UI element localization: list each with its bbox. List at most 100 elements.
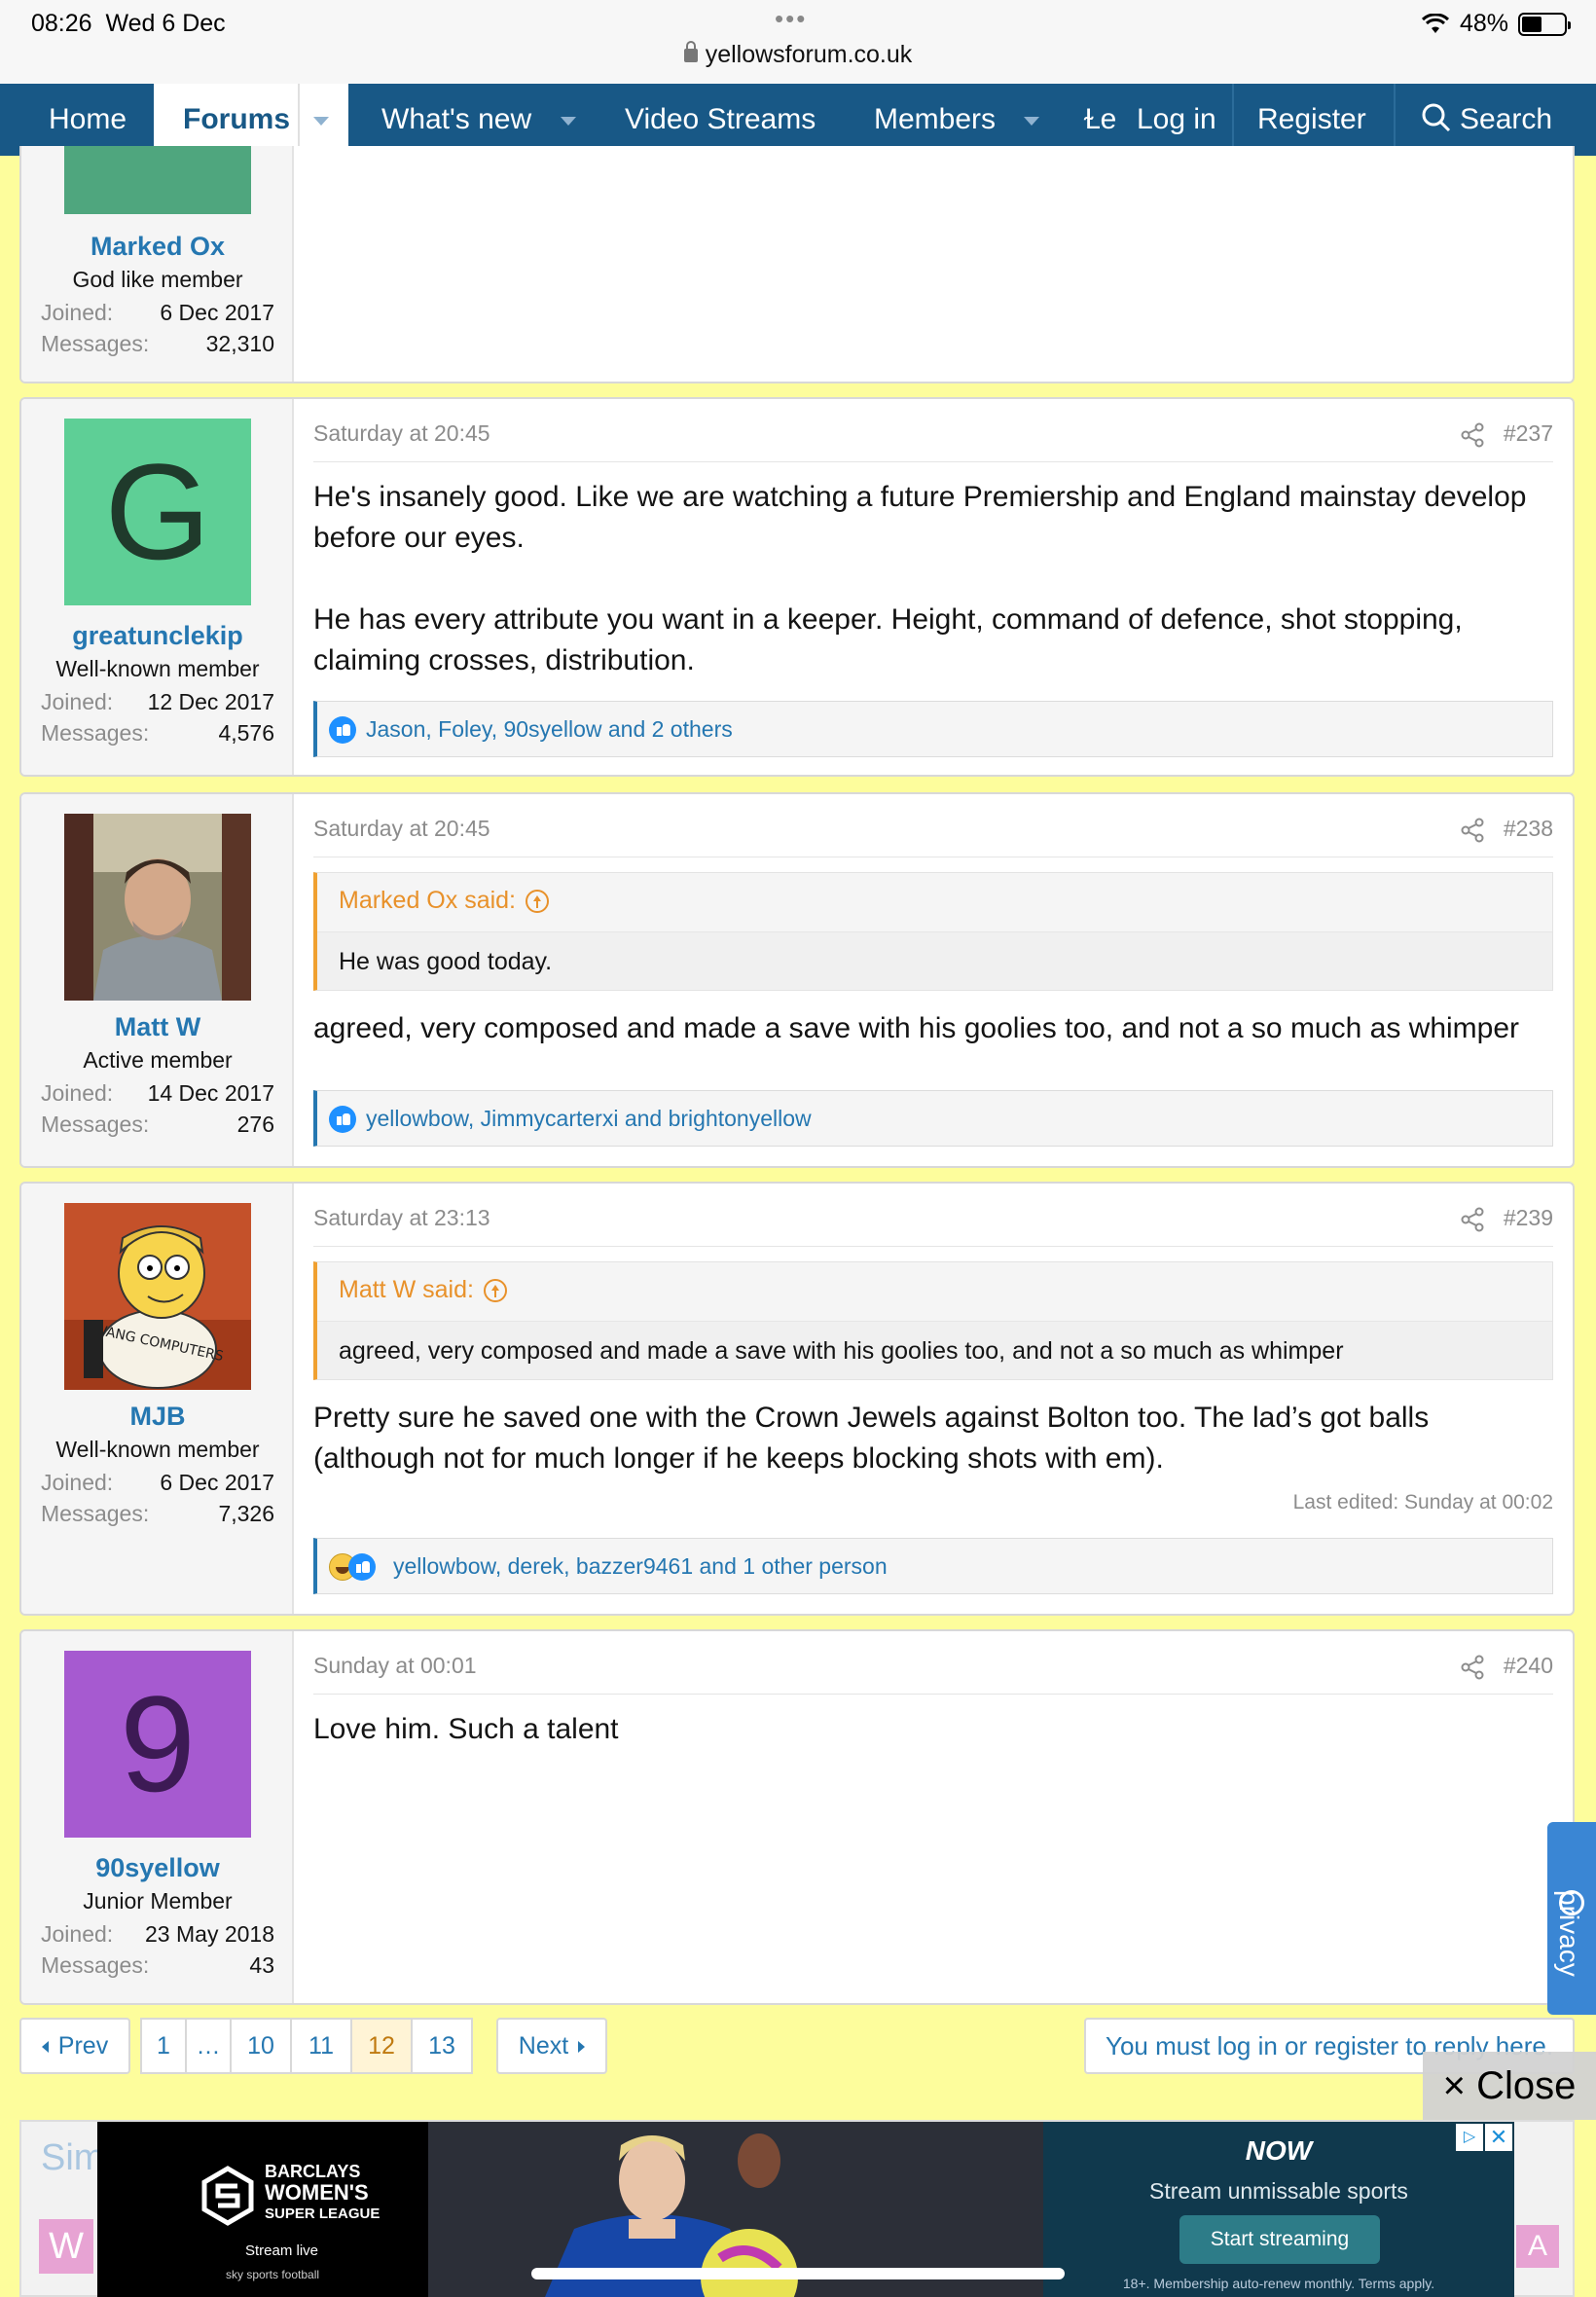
page-ellipsis[interactable]: … bbox=[185, 2018, 230, 2074]
page-link[interactable]: 1 bbox=[140, 2018, 185, 2074]
address-bar[interactable]: yellowsforum.co.uk bbox=[0, 41, 1596, 69]
post-number[interactable]: #237 bbox=[1504, 420, 1553, 447]
ad-brand-panel: BARCLAYS WOMEN'S SUPER LEAGUE Stream liv… bbox=[97, 2122, 428, 2297]
nav-overflow[interactable]: Ɫe bbox=[1084, 84, 1116, 156]
post-date[interactable]: Sunday at 00:01 bbox=[313, 1653, 477, 1678]
page-link-current[interactable]: 12 bbox=[350, 2018, 411, 2074]
post-238: Matt W Active member Joined: 14 Dec 2017 … bbox=[19, 792, 1575, 1168]
user-pane: Marked Ox God like member Joined: 6 Dec 2… bbox=[21, 146, 294, 382]
reactions-text[interactable]: yellowbow, Jimmycarterxi and brightonyel… bbox=[366, 1106, 812, 1132]
page-link[interactable]: 13 bbox=[411, 2018, 473, 2074]
post-date[interactable]: Saturday at 20:45 bbox=[313, 816, 490, 841]
nav-forums-label: Forums bbox=[183, 103, 291, 135]
avatar[interactable]: WANG COMPUTERS bbox=[64, 1203, 251, 1390]
reactions-text[interactable]: Jason, Foley, 90syellow and 2 others bbox=[366, 716, 733, 743]
ad-fineprint: 18+. Membership auto-renew monthly. Term… bbox=[1122, 2276, 1435, 2291]
close-ad-icon[interactable]: ✕ bbox=[1485, 2124, 1512, 2151]
post-number[interactable]: #239 bbox=[1504, 1205, 1553, 1231]
username[interactable]: Marked Ox bbox=[21, 232, 294, 262]
ad-stream-live: Stream live bbox=[245, 2242, 319, 2259]
ad-tagline: Stream unmissable sports bbox=[1149, 2178, 1408, 2204]
username[interactable]: MJB bbox=[21, 1402, 294, 1432]
page-link[interactable]: 10 bbox=[230, 2018, 290, 2074]
like-icon bbox=[329, 1106, 356, 1133]
avatar[interactable]: 9 bbox=[64, 1651, 251, 1838]
share-icon[interactable] bbox=[1460, 422, 1485, 448]
user-title: God like member bbox=[72, 267, 243, 292]
prev-page-button[interactable]: Prev bbox=[19, 2018, 130, 2074]
quote-header[interactable]: Marked Ox said: bbox=[339, 887, 550, 915]
nav-register[interactable]: Register bbox=[1257, 84, 1366, 156]
search-icon bbox=[1422, 103, 1451, 132]
quote-text: He was good today. bbox=[339, 948, 553, 975]
reactions-bar[interactable]: yellowbow, derek, bazzer9461 and 1 other… bbox=[313, 1538, 1553, 1594]
similar-threads-title: Sim bbox=[41, 2137, 105, 2178]
ad-brand-line: SUPER LEAGUE bbox=[265, 2206, 381, 2222]
multitask-dots[interactable]: ••• bbox=[775, 4, 807, 34]
chevron-left-icon bbox=[41, 2041, 49, 2053]
thread-avatar[interactable]: W bbox=[39, 2219, 93, 2274]
post-237: G greatunclekip Well-known member Joined… bbox=[19, 397, 1575, 777]
wsl-logo-icon bbox=[201, 2166, 254, 2226]
nav-home[interactable]: Home bbox=[49, 84, 127, 156]
home-indicator[interactable] bbox=[531, 2268, 1065, 2279]
message-body: agreed, very composed and made a save wi… bbox=[313, 1012, 1520, 1044]
user-pane: Matt W Active member Joined: 14 Dec 2017 … bbox=[21, 794, 294, 1166]
message-body: He has every attribute you want in a kee… bbox=[313, 603, 1463, 676]
post-240: 9 90syellow Junior Member Joined: 23 May … bbox=[19, 1629, 1575, 2005]
message-header: Saturday at 20:45 #238 bbox=[313, 816, 1553, 857]
battery-icon bbox=[1518, 12, 1571, 36]
share-icon[interactable] bbox=[1460, 1207, 1485, 1232]
ad-sky-sports: sky sports football bbox=[226, 2268, 320, 2281]
message-header: Sunday at 00:01 #240 bbox=[313, 1653, 1553, 1695]
username[interactable]: greatunclekip bbox=[21, 621, 294, 651]
avatar-photo bbox=[64, 814, 251, 1001]
message-body: Pretty sure he saved one with the Crown … bbox=[313, 1402, 1430, 1475]
start-streaming-button[interactable]: Start streaming bbox=[1179, 2215, 1380, 2264]
nav-video-streams[interactable]: Video Streams bbox=[625, 84, 816, 156]
nav-search[interactable]: Search bbox=[1421, 84, 1552, 156]
whats-new-dropdown-chevron-icon[interactable] bbox=[561, 84, 576, 156]
avatar[interactable] bbox=[64, 146, 251, 214]
privacy-tab[interactable]: privacy bbox=[1547, 1822, 1596, 2015]
message-header: Saturday at 23:13 #239 bbox=[313, 1205, 1553, 1247]
close-ad-button[interactable]: × Close bbox=[1423, 2052, 1596, 2120]
quote-header[interactable]: Matt W said: bbox=[339, 1276, 507, 1304]
jump-to-quote-icon[interactable] bbox=[483, 1278, 507, 1302]
jump-to-quote-icon[interactable] bbox=[526, 889, 550, 913]
avatar[interactable]: G bbox=[64, 419, 251, 605]
post-number[interactable]: #240 bbox=[1504, 1653, 1553, 1679]
page-link[interactable]: 11 bbox=[290, 2018, 350, 2074]
next-page-button[interactable]: Next bbox=[496, 2018, 607, 2074]
reactions-bar[interactable]: yellowbow, Jimmycarterxi and brightonyel… bbox=[313, 1090, 1553, 1147]
like-icon bbox=[348, 1553, 376, 1581]
user-title: Junior Member bbox=[83, 1888, 233, 1914]
members-dropdown-chevron-icon[interactable] bbox=[1024, 84, 1039, 156]
username[interactable]: Matt W bbox=[21, 1012, 294, 1042]
adchoices-icon[interactable]: ▷ bbox=[1456, 2124, 1483, 2151]
username[interactable]: 90syellow bbox=[21, 1853, 294, 1883]
thread-avatar[interactable]: A bbox=[1516, 2225, 1559, 2268]
url-text: yellowsforum.co.uk bbox=[705, 41, 913, 68]
post-date[interactable]: Saturday at 20:45 bbox=[313, 420, 490, 446]
user-pane: 9 90syellow Junior Member Joined: 23 May … bbox=[21, 1631, 294, 2003]
post-date[interactable]: Saturday at 23:13 bbox=[313, 1205, 490, 1230]
status-indicators: 48% bbox=[1421, 10, 1571, 38]
share-icon[interactable] bbox=[1460, 1655, 1485, 1680]
user-title: Active member bbox=[83, 1047, 233, 1073]
like-icon bbox=[329, 716, 356, 744]
now-logo: NOW bbox=[1245, 2135, 1313, 2166]
battery-percent: 48% bbox=[1459, 10, 1508, 37]
nav-members[interactable]: Members bbox=[874, 84, 996, 156]
avatar[interactable] bbox=[64, 814, 251, 1001]
quote-block: Marked Ox said: He was good today. bbox=[313, 872, 1553, 991]
reactions-text[interactable]: yellowbow, derek, bazzer9461 and 1 other… bbox=[393, 1553, 888, 1580]
avatar-cartoon: WANG COMPUTERS bbox=[64, 1203, 251, 1390]
post-number[interactable]: #238 bbox=[1504, 816, 1553, 842]
main-navigation: Home Forums What's new Video Streams Mem… bbox=[0, 84, 1596, 156]
nav-login[interactable]: Log in bbox=[1137, 84, 1216, 156]
share-icon[interactable] bbox=[1460, 818, 1485, 843]
forums-dropdown-chevron-icon[interactable] bbox=[313, 84, 329, 156]
reactions-bar[interactable]: Jason, Foley, 90syellow and 2 others bbox=[313, 701, 1553, 757]
nav-whats-new[interactable]: What's new bbox=[381, 84, 531, 156]
